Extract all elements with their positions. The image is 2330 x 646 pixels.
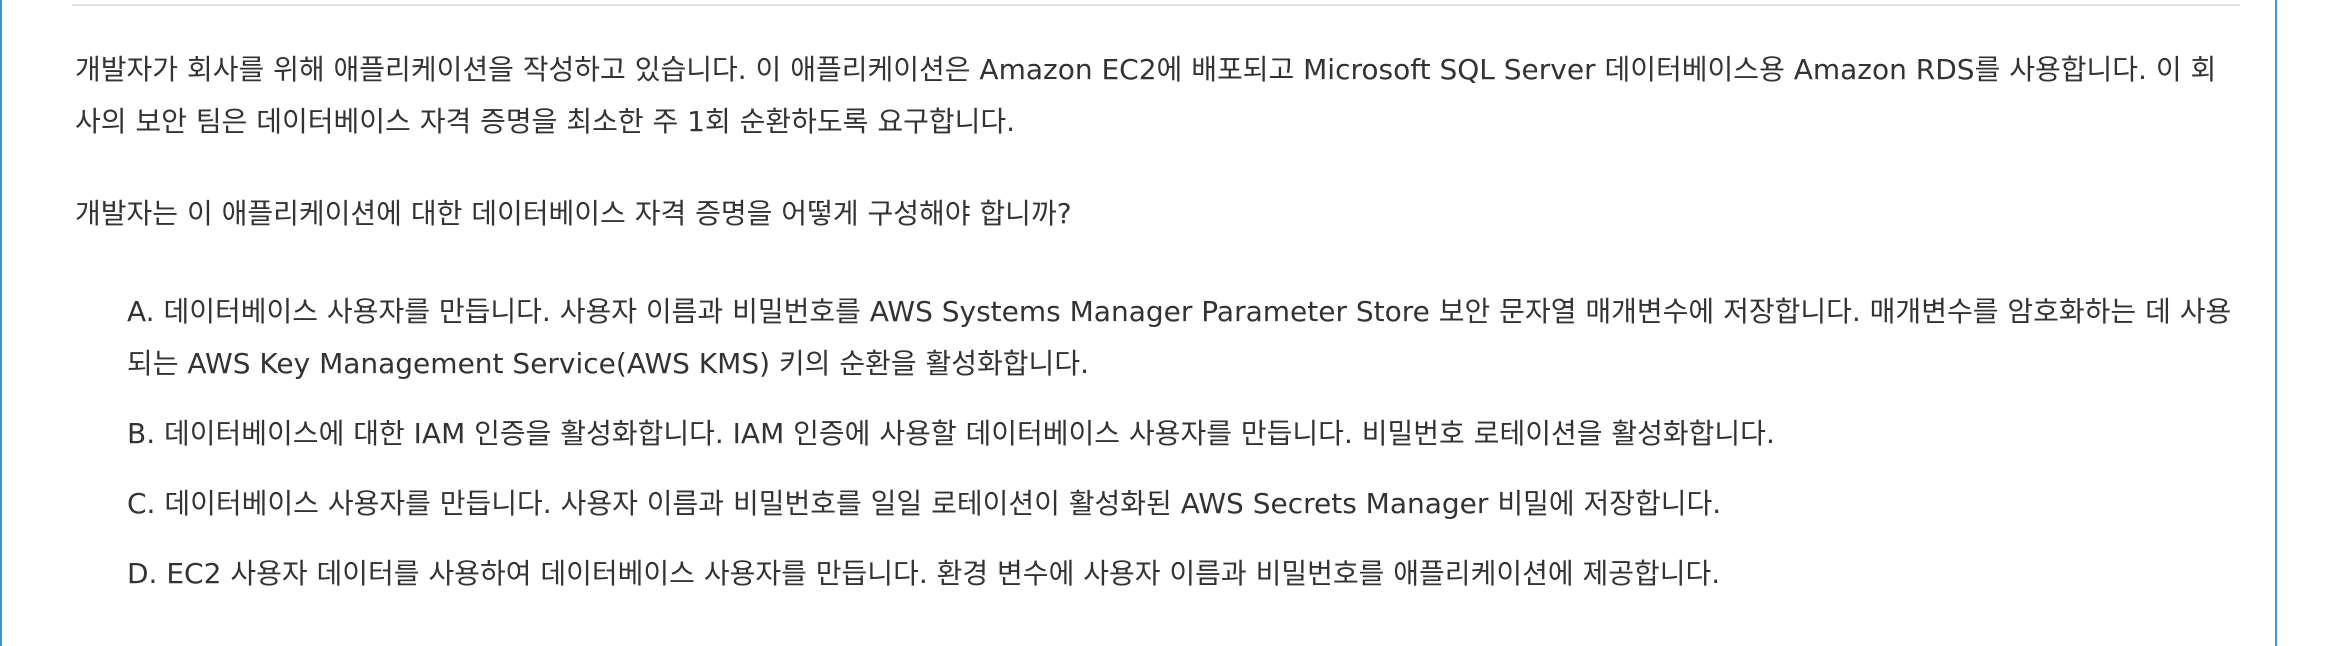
option-a[interactable]: A. 데이터베이스 사용자를 만듭니다. 사용자 이름과 비밀번호를 AWS S… [127,286,2235,390]
option-c[interactable]: C. 데이터베이스 사용자를 만듭니다. 사용자 이름과 비밀번호를 일일 로테… [127,478,2235,530]
option-d[interactable]: D. EC2 사용자 데이터를 사용하여 데이터베이스 사용자를 만듭니다. 환… [127,548,2235,600]
question-card: 개발자가 회사를 위해 애플리케이션을 작성하고 있습니다. 이 애플리케이션은… [0,0,2277,646]
top-divider [72,4,2240,6]
question-prompt: 개발자는 이 애플리케이션에 대한 데이터베이스 자격 증명을 어떻게 구성해야… [75,197,1072,230]
question-content: 개발자가 회사를 위해 애플리케이션을 작성하고 있습니다. 이 애플리케이션은… [75,44,2235,618]
question-text: 개발자가 회사를 위해 애플리케이션을 작성하고 있습니다. 이 애플리케이션은… [75,53,2217,138]
answer-options: A. 데이터베이스 사용자를 만듭니다. 사용자 이름과 비밀번호를 AWS S… [127,286,2235,600]
option-b[interactable]: B. 데이터베이스에 대한 IAM 인증을 활성화합니다. IAM 인증에 사용… [127,408,2235,460]
